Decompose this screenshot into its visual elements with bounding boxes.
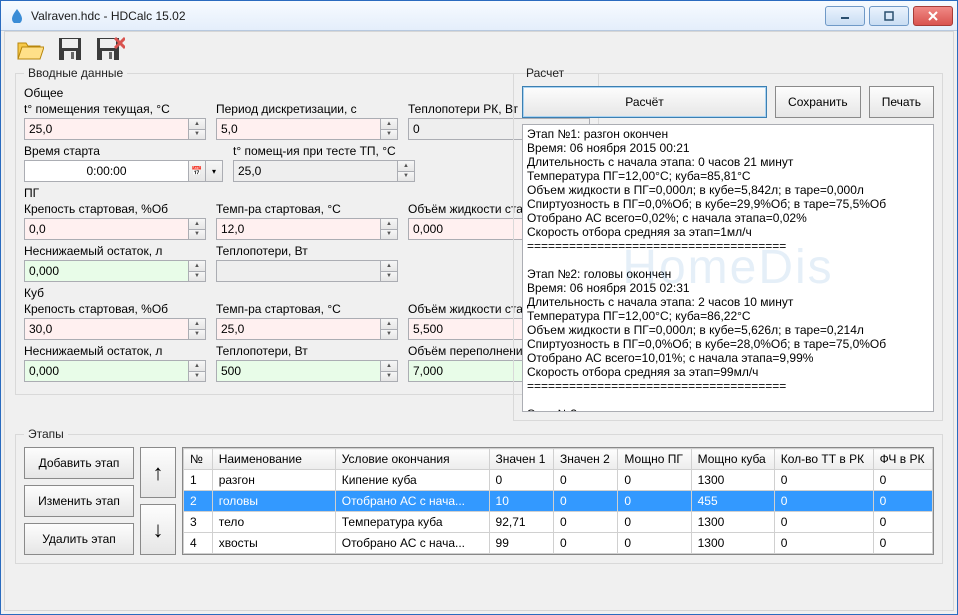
start-time-label: Время старта — [24, 144, 223, 158]
kub-strength-label: Крепость стартовая, %Об — [24, 302, 206, 316]
stages-column-header[interactable]: Значен 2 — [553, 449, 617, 470]
save-as-button[interactable] — [93, 34, 127, 64]
room-temp-label: t° помещения текущая, °C — [24, 102, 206, 116]
input-data-legend: Вводные данные — [24, 66, 127, 80]
room-temp-test-label: t° помещ-ия при тесте ТП, °C — [233, 144, 415, 158]
stages-column-header[interactable]: Мощно куба — [691, 449, 774, 470]
pg-label: ПГ — [24, 186, 590, 200]
calendar-icon: 📅 — [188, 161, 205, 181]
pg-strength-label: Крепость стартовая, %Об — [24, 202, 206, 216]
move-up-button[interactable]: ↑ — [140, 447, 176, 498]
table-row[interactable]: 3телоТемпература куба92,7100130000 — [184, 512, 933, 533]
room-temp-input[interactable]: ▲▼ — [24, 118, 206, 140]
minimize-button[interactable] — [825, 6, 865, 26]
pg-temp-label: Темп-ра стартовая, °C — [216, 202, 398, 216]
table-row[interactable]: 4хвостыОтобрано АС с нача...9900130000 — [184, 533, 933, 554]
stages-table[interactable]: №НаименованиеУсловие окончанияЗначен 1Зн… — [182, 447, 934, 555]
kub-strength-input[interactable]: ▲▼ — [24, 318, 206, 340]
delete-stage-button[interactable]: Удалить этап — [24, 523, 134, 555]
general-label: Общее — [24, 86, 590, 100]
print-button[interactable]: Печать — [869, 86, 934, 118]
pg-temp-input[interactable]: ▲▼ — [216, 218, 398, 240]
kub-heatloss-input[interactable]: ▲▼ — [216, 360, 398, 382]
move-down-button[interactable]: ↓ — [140, 504, 176, 555]
toolbar — [5, 32, 953, 66]
stages-column-header[interactable]: ФЧ в РК — [873, 449, 932, 470]
window-title: Valraven.hdc - HDCalc 15.02 — [31, 9, 821, 23]
kub-residue-input[interactable]: ▲▼ — [24, 360, 206, 382]
calc-log-text: Этап №1: разгон окончен Время: 06 ноября… — [527, 127, 886, 412]
maximize-button[interactable] — [869, 6, 909, 26]
stages-group: Этапы Добавить этап Изменить этап Удалит… — [15, 427, 943, 564]
chevron-down-icon: ▾ — [205, 161, 222, 181]
stages-column-header[interactable]: Наименование — [212, 449, 335, 470]
add-stage-button[interactable]: Добавить этап — [24, 447, 134, 479]
close-button[interactable] — [913, 6, 953, 26]
save-result-button[interactable]: Сохранить — [775, 86, 861, 118]
disc-period-input[interactable]: ▲▼ — [216, 118, 398, 140]
pg-heatloss-input[interactable]: ▲▼ — [216, 260, 398, 282]
open-button[interactable] — [13, 34, 47, 64]
pg-residue-input[interactable]: ▲▼ — [24, 260, 206, 282]
stages-column-header[interactable]: Значен 1 — [489, 449, 553, 470]
pg-strength-input[interactable]: ▲▼ — [24, 218, 206, 240]
calc-button[interactable]: Расчёт — [522, 86, 767, 118]
table-row[interactable]: 2головыОтобрано АС с нача...100045500 — [184, 491, 933, 512]
kub-temp-label: Темп-ра стартовая, °C — [216, 302, 398, 316]
input-data-group: Вводные данные Общее t° помещения текуща… — [15, 66, 599, 395]
app-icon — [9, 8, 25, 24]
room-temp-test-input[interactable]: ▲▼ — [233, 160, 415, 182]
edit-stage-button[interactable]: Изменить этап — [24, 485, 134, 517]
pg-residue-label: Неснижаемый остаток, л — [24, 244, 206, 258]
titlebar: Valraven.hdc - HDCalc 15.02 — [1, 1, 957, 31]
stages-column-header[interactable]: Кол-во ТТ в РК — [774, 449, 873, 470]
save-button[interactable] — [53, 34, 87, 64]
kub-residue-label: Неснижаемый остаток, л — [24, 344, 206, 358]
table-row[interactable]: 1разгонКипение куба000130000 — [184, 470, 933, 491]
disc-period-label: Период дискретизации, с — [216, 102, 398, 116]
calc-legend: Расчет — [522, 66, 568, 80]
pg-heatloss-label: Теплопотери, Вт — [216, 244, 398, 258]
kub-label: Куб — [24, 286, 590, 300]
kub-temp-input[interactable]: ▲▼ — [216, 318, 398, 340]
start-time-input[interactable]: 📅▾ — [24, 160, 223, 182]
kub-heatloss-label: Теплопотери, Вт — [216, 344, 398, 358]
stages-column-header[interactable]: Мощно ПГ — [618, 449, 691, 470]
stages-legend: Этапы — [24, 427, 68, 441]
stages-column-header[interactable]: № — [184, 449, 213, 470]
calc-log[interactable]: HomeDisЭтап №1: разгон окончен Время: 06… — [522, 124, 934, 412]
stages-column-header[interactable]: Условие окончания — [335, 449, 489, 470]
calc-group: Расчет Расчёт Сохранить Печать HomeDisЭт… — [513, 66, 943, 421]
